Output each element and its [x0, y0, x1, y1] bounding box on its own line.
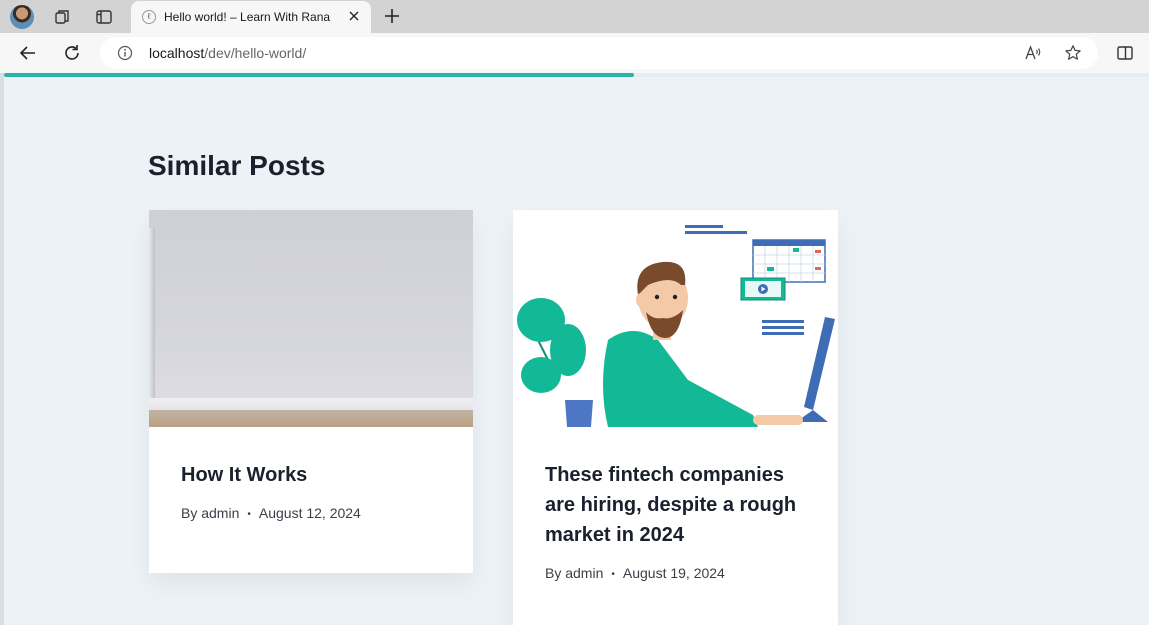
tab-strip: ℓ Hello world! – Learn With Rana [0, 0, 1149, 33]
post-date: August 12, 2024 [258, 505, 361, 521]
post-author[interactable]: By admin [181, 505, 239, 521]
post-thumbnail[interactable] [149, 210, 473, 427]
site-favicon-icon: ℓ [142, 10, 156, 24]
url-host: localhost [149, 45, 205, 61]
meta-separator: • [611, 569, 615, 580]
read-aloud-icon[interactable] [1024, 44, 1042, 62]
wooden-floor [149, 410, 473, 427]
skirting-board [149, 398, 473, 410]
post-date: August 19, 2024 [622, 565, 725, 581]
post-title-link[interactable]: These fintech companies are hiring, desp… [545, 460, 796, 550]
site-info-icon[interactable] [117, 45, 133, 61]
close-icon[interactable] [347, 9, 361, 23]
reading-progress-fill [4, 73, 634, 77]
section-title: Similar Posts [148, 150, 326, 181]
address-bar[interactable]: localhost/dev/hello-world/ [100, 37, 1098, 69]
post-title-link[interactable]: How It Works [181, 460, 307, 490]
profile-avatar[interactable] [10, 5, 34, 29]
post-card[interactable]: These fintech companies are hiring, desp… [513, 210, 838, 625]
post-meta: By admin • August 19, 2024 [545, 565, 725, 581]
split-screen-icon[interactable] [1116, 44, 1134, 62]
reload-icon[interactable] [62, 43, 82, 63]
tab-actions-icon[interactable] [95, 8, 113, 26]
post-card[interactable]: How It Works By admin • August 12, 2024 [149, 210, 473, 573]
new-tab-icon[interactable] [383, 7, 401, 25]
post-thumbnail[interactable] [513, 210, 838, 427]
fintech-illustration [517, 225, 835, 427]
meta-separator: • [247, 509, 251, 520]
active-tab[interactable]: ℓ Hello world! – Learn With Rana [131, 1, 371, 33]
reading-progress-bar [4, 73, 1149, 77]
workspaces-icon[interactable] [53, 8, 71, 26]
url-text: localhost/dev/hello-world/ [149, 45, 306, 61]
url-path: /dev/hello-world/ [204, 45, 307, 61]
browser-toolbar: localhost/dev/hello-world/ [0, 33, 1149, 73]
post-title-line: market in 2024 [545, 524, 684, 546]
door-frame [149, 228, 155, 408]
tab-title: Hello world! – Learn With Rana [164, 10, 331, 24]
page-left-border [0, 73, 4, 625]
post-meta: By admin • August 12, 2024 [181, 505, 361, 521]
back-arrow-icon[interactable] [18, 43, 38, 63]
favorite-star-icon[interactable] [1064, 44, 1082, 62]
post-title-line: These fintech companies [545, 464, 784, 486]
post-author[interactable]: By admin [545, 565, 603, 581]
post-title-line: are hiring, despite a rough [545, 494, 797, 516]
